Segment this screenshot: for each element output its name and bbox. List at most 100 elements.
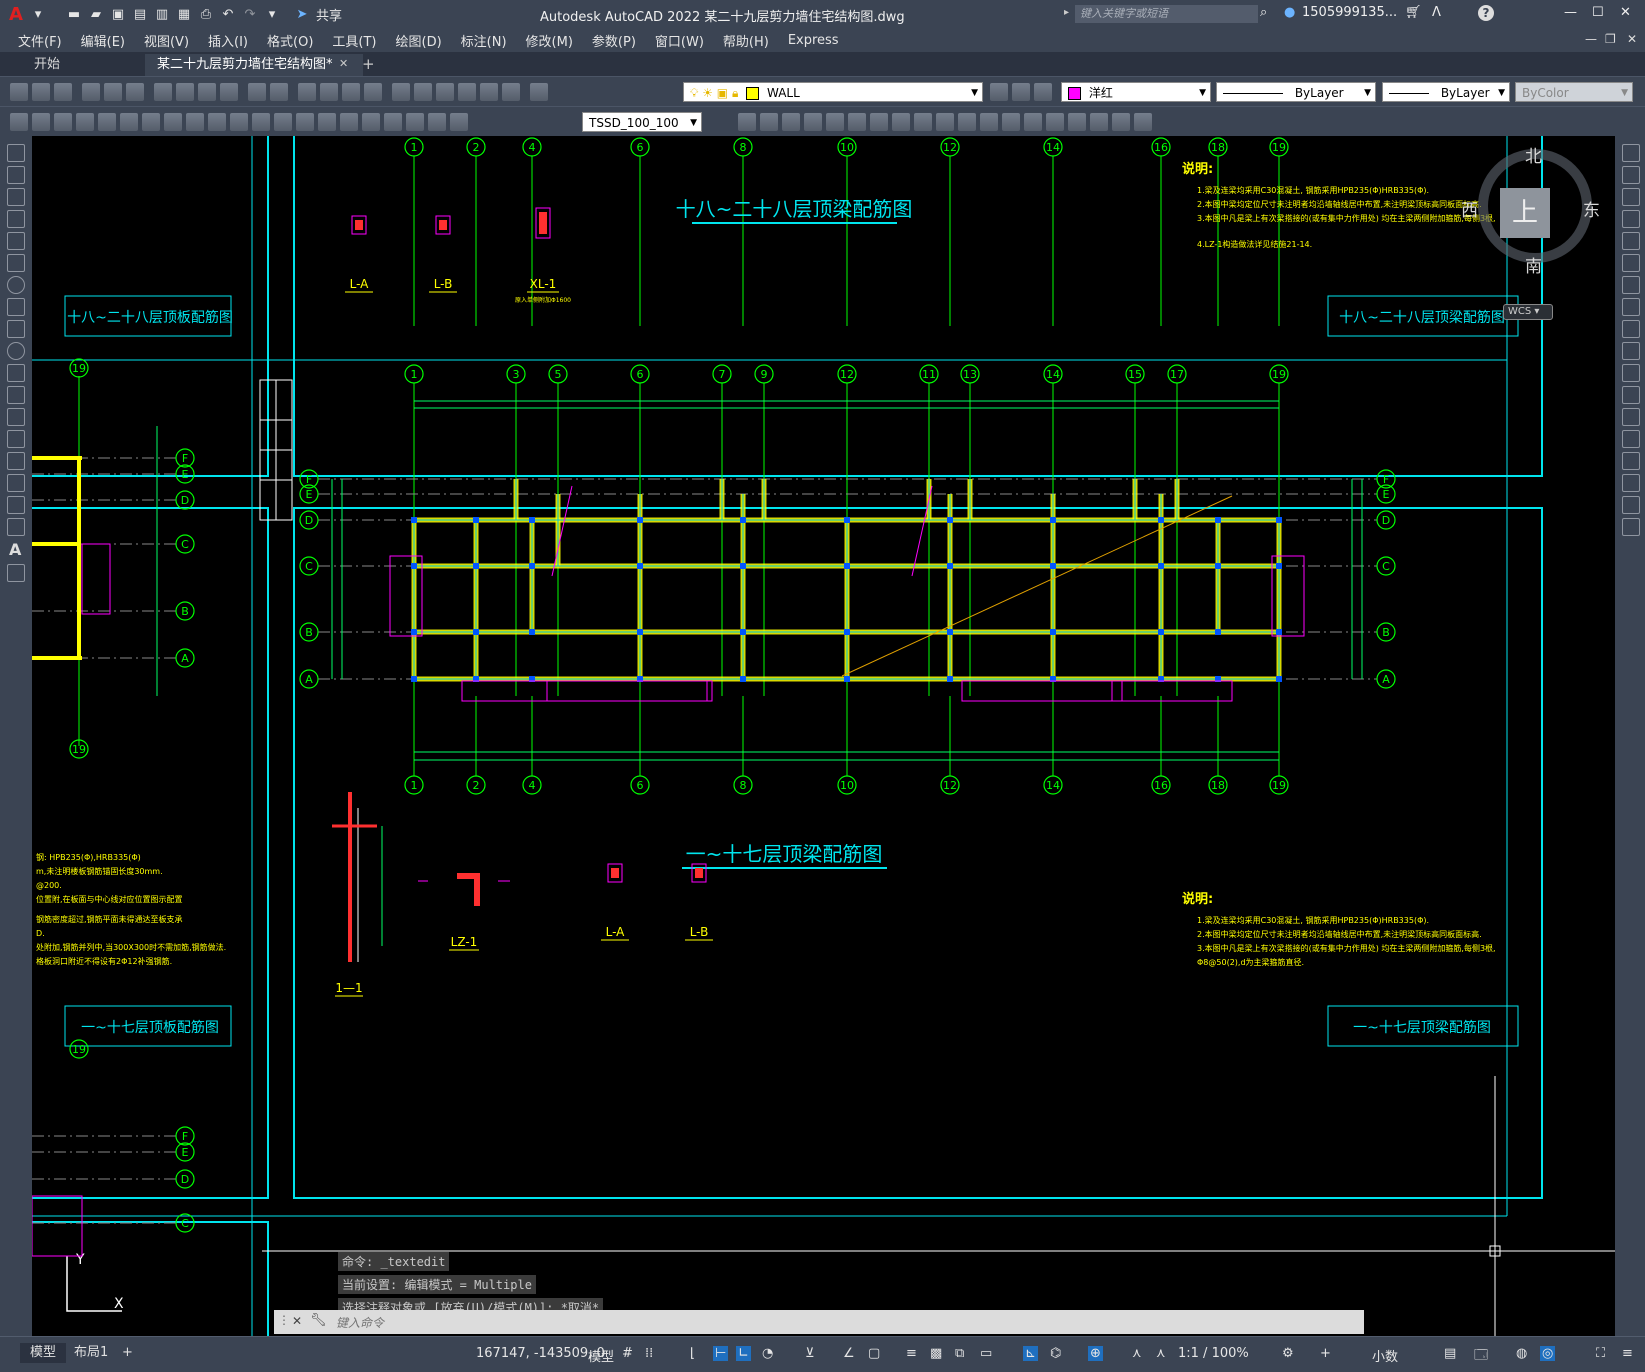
block-tool-8-icon[interactable] [892,113,910,131]
lock-ui-icon[interactable]: 🗔︎ [1474,1346,1488,1368]
trim-icon[interactable] [1622,342,1640,360]
menu-draw[interactable]: 绘图(D) [396,31,442,50]
workspace-gear-icon[interactable]: ⚙ [1282,1346,1294,1361]
notes-top-2[interactable]: 2.本图中梁均定位尺寸未注明者均沿墙轴线居中布置,未注明梁顶标高同板面标高. [1197,199,1482,209]
save-as-icon[interactable]: ▤ [132,6,148,22]
explode-icon[interactable] [1622,518,1640,536]
user-icon[interactable]: ● [1284,5,1295,20]
units-dropdown[interactable]: 小数 [1372,1346,1398,1365]
gizmo-icon[interactable]: ⊕ [1088,1346,1103,1361]
menu-view[interactable]: 视图(V) [144,31,189,50]
dim-break-icon[interactable] [296,113,314,131]
polyline-icon[interactable] [7,188,25,206]
search-input[interactable]: 键入关键字或短语 [1075,5,1258,23]
calculator-icon[interactable] [480,83,498,101]
detail-lz1[interactable]: LZ-1 [418,873,510,951]
text-style-dropdown[interactable]: TSSD_100_100 ▼ [582,112,702,132]
mtext-icon[interactable]: A [9,540,21,559]
chamfer-icon[interactable] [1622,452,1640,470]
notes-top-1[interactable]: 1.梁及连梁均采用C30混凝土, 钢筋采用HPB235(Φ)HRB335(Φ). [1197,185,1429,195]
match-properties-icon[interactable] [220,83,238,101]
left-note-7[interactable]: 处附加,钢筋并列中,当300X300时不需加筋,钢筋做法. [36,942,226,952]
array-icon[interactable] [1622,232,1640,250]
menu-format[interactable]: 格式(O) [267,31,313,50]
panel-title-bl[interactable]: 一~十七层顶板配筋图 [81,1019,219,1036]
quick-properties-icon[interactable]: ▤ [1444,1346,1456,1361]
search-icon[interactable]: ⌕ [1260,5,1267,20]
left-note-4[interactable]: 位置附,在板面与中心线对应位置图示配置 [36,894,183,904]
detail-la-bottom[interactable]: L-A [601,863,629,941]
object-snap-icon[interactable]: ▢ [868,1346,880,1361]
print-icon[interactable] [82,83,100,101]
detail-lb-bottom[interactable]: L-B [685,863,713,941]
menu-dimension[interactable]: 标注(N) [461,31,507,50]
menu-help[interactable]: 帮助(H) [723,31,769,50]
detail-section-1-1[interactable]: 1—1 [332,792,383,997]
ellipse-arc-icon[interactable] [7,364,25,382]
left-note-1[interactable]: 钢: HPB235(Φ),HRB335(Φ) [36,852,141,862]
menu-file[interactable]: 文件(F) [18,31,62,50]
dim-update-icon[interactable] [450,113,468,131]
sheet-set-icon[interactable] [458,83,476,101]
save-icon[interactable]: ▣ [110,6,126,22]
customization-icon[interactable]: ≡ [1622,1346,1633,1361]
notes-bottom-3[interactable]: 3.本图中凡是梁上有次梁搭接的(或有集中力作用处) 均在主梁两侧附加箍筋,每侧3… [1197,943,1496,953]
arc-length-icon[interactable] [76,113,94,131]
ortho-icon[interactable]: ∟ [736,1346,751,1361]
add-layout-icon[interactable]: + [112,1343,143,1363]
block-tool-9-icon[interactable] [914,113,932,131]
block-tool-16-icon[interactable] [1068,113,1086,131]
dim-space-icon[interactable] [274,113,292,131]
menu-window[interactable]: 窗口(W) [655,31,704,50]
viewcube-north[interactable]: 北 [1525,142,1542,167]
preview-icon[interactable] [104,83,122,101]
left-note-2[interactable]: m,未注明楼板钢筋锚固长度30mm. [36,866,163,876]
command-customize-icon[interactable]: 🔧︎ [310,1313,327,1328]
baseline-dim-icon[interactable] [230,113,248,131]
help-icon[interactable] [502,83,520,101]
block-tool-10-icon[interactable] [936,113,954,131]
make-block-icon[interactable] [7,408,25,426]
dim-edit-icon[interactable] [406,113,424,131]
notes-bottom-4[interactable]: Φ8@50(2),d为主梁箍筋直径. [1197,957,1304,967]
selection-filter-icon[interactable]: ⌬ [1050,1346,1061,1361]
zoom-realtime-icon[interactable] [320,83,338,101]
layer-properties-icon[interactable] [530,83,548,101]
command-grip-icon[interactable]: ⋮ [278,1313,290,1327]
insert-block-icon[interactable] [7,386,25,404]
command-close-icon[interactable]: ✕ [292,1314,302,1328]
gradient-icon[interactable] [7,474,25,492]
extend-icon[interactable] [1622,364,1640,382]
block-tool-4-icon[interactable] [804,113,822,131]
panel-title-tl[interactable]: 十八~二十八层顶板配筋图 [67,309,233,326]
mirror-icon[interactable] [1622,188,1640,206]
publish-icon[interactable] [126,83,144,101]
left-note-3[interactable]: @200. [36,881,62,890]
tool-palettes-icon[interactable] [436,83,454,101]
layer-previous-icon[interactable] [1012,83,1030,101]
main-plan-title[interactable]: 一~十七层顶梁配筋图 [686,842,883,866]
search-expand-icon[interactable]: ▸ [1064,7,1069,18]
notes-title-top[interactable]: 说明: [1182,161,1213,177]
copy-object-icon[interactable] [1622,166,1640,184]
annotation-monitor-icon[interactable]: + [1320,1346,1331,1361]
open-icon[interactable] [32,83,50,101]
object-snap-tracking-icon[interactable]: ∠ [843,1346,855,1361]
tab-model[interactable]: 模型 [20,1343,67,1363]
transparency-icon[interactable]: ▩ [930,1346,942,1361]
dynamic-ucs-icon[interactable]: ⊾ [1023,1346,1038,1361]
aligned-dim-icon[interactable] [54,113,72,131]
block-tool-2-icon[interactable] [760,113,778,131]
tab-drawing[interactable]: 某二十九层剪力墙住宅结构图* [145,54,363,76]
isodraft-icon[interactable]: ⊻ [805,1346,815,1361]
tab-start[interactable]: 开始 [22,54,72,76]
break-at-point-icon[interactable] [1622,386,1640,404]
properties-icon[interactable] [392,83,410,101]
jogged-linear-icon[interactable] [384,113,402,131]
lineweight-dropdown[interactable]: ByLayer ▼ [1382,82,1510,102]
3d-snap-icon[interactable]: ▭ [980,1346,992,1361]
cart-icon[interactable]: 🛒︎ [1405,5,1422,20]
jogged-dim-icon[interactable] [142,113,160,131]
viewcube[interactable]: 北 南 东 西 上 WCS ▾ [1461,140,1605,320]
model-space-toggle[interactable]: 模型 [588,1346,614,1365]
